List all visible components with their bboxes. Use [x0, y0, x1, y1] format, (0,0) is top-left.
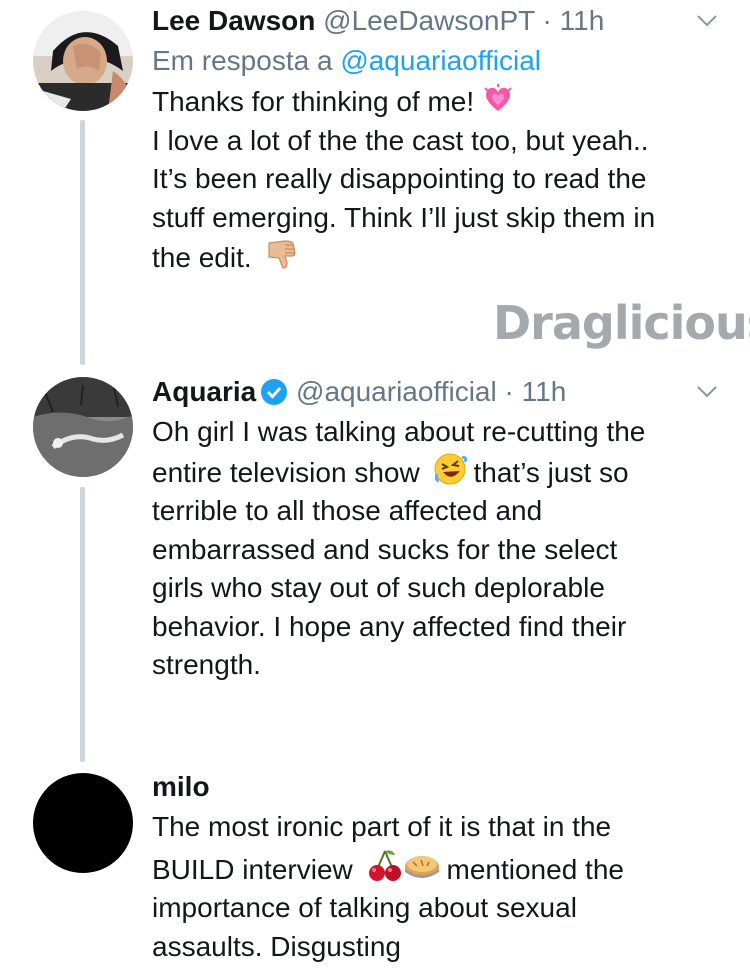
- chevron-down-icon[interactable]: [695, 379, 719, 403]
- thread-line: [80, 120, 85, 365]
- text-line: behavior. I hope any affected find their: [152, 610, 627, 642]
- text-line: girls who stay out of such deplorable: [152, 572, 605, 603]
- tweet-text: Thanks for thinking of me! I love a lot …: [152, 83, 730, 278]
- text-line: I love a lot of the the cast too, but ye…: [152, 124, 649, 156]
- watermark-logo: Draglicious: [493, 296, 750, 350]
- rofl-emoji: [434, 453, 468, 484]
- user-name[interactable]: Aquaria: [152, 376, 256, 407]
- text-line: terrible to all those affected and: [152, 495, 543, 526]
- tweet-text: Oh girl I was talking about re-cutting t…: [152, 413, 730, 685]
- user-handle[interactable]: @LeeDawsonPT: [323, 5, 535, 36]
- avatar[interactable]: [33, 11, 133, 111]
- text-line: Oh girl I was talking about re-cutting t…: [152, 416, 646, 447]
- user-name[interactable]: milo: [152, 771, 210, 802]
- avatar[interactable]: [33, 773, 133, 873]
- tweet-header: Lee Dawson @LeeDawsonPT · 11h: [152, 0, 730, 42]
- text-line: importance of talking about sexual: [152, 892, 577, 923]
- text-line: The most ironic part of it is that in th…: [152, 811, 612, 842]
- text-line: Thanks for thinking of me!: [152, 83, 730, 122]
- reply-to: Em resposta a @aquariaofficial: [152, 42, 730, 80]
- text-line: the edit.: [152, 237, 730, 278]
- reply-prefix: Em resposta a: [152, 45, 333, 76]
- text-line: entire television show that’s just so: [152, 452, 730, 493]
- text-line: BUILD interview mentioned the: [152, 847, 730, 890]
- pie-emoji: [404, 855, 439, 878]
- avatar-photo: [33, 11, 133, 111]
- text-line: embarrassed and sucks for the select: [152, 533, 618, 565]
- tweet-header: Aquaria @aquariaofficial · 11h: [152, 371, 730, 413]
- text-line: stuff emerging. Think I’ll just skip the…: [152, 201, 656, 233]
- user-name[interactable]: Lee Dawson: [152, 5, 315, 36]
- tweet-aquaria[interactable]: Aquaria @aquariaofficial · 11h Oh girl I…: [0, 355, 750, 762]
- timestamp[interactable]: 11h: [522, 376, 567, 407]
- separator-dot: ·: [504, 376, 514, 407]
- cherries-emoji: [368, 850, 401, 881]
- user-handle[interactable]: @aquariaofficial: [296, 376, 497, 407]
- heart-emoji: [484, 84, 512, 111]
- reply-mention-link[interactable]: @aquariaofficial: [340, 45, 541, 76]
- verified-badge-icon: [261, 379, 288, 405]
- tweet-header: milo: [152, 766, 730, 808]
- timestamp[interactable]: 11h: [560, 5, 605, 36]
- thumbs-down-emoji: [268, 240, 297, 269]
- thread-line: [80, 487, 85, 762]
- avatar[interactable]: [33, 377, 133, 477]
- tweet-text: The most ironic part of it is that in th…: [152, 808, 730, 966]
- text-line: strength.: [152, 649, 261, 680]
- text-line: It’s been really disappointing to read t…: [152, 163, 647, 194]
- avatar-photo: [33, 377, 133, 477]
- chevron-down-icon[interactable]: [695, 8, 719, 32]
- separator-dot: ·: [542, 5, 552, 36]
- text-line: assaults. Disgusting: [152, 930, 402, 962]
- tweet-milo[interactable]: milo The most ironic part of it is that …: [0, 760, 750, 980]
